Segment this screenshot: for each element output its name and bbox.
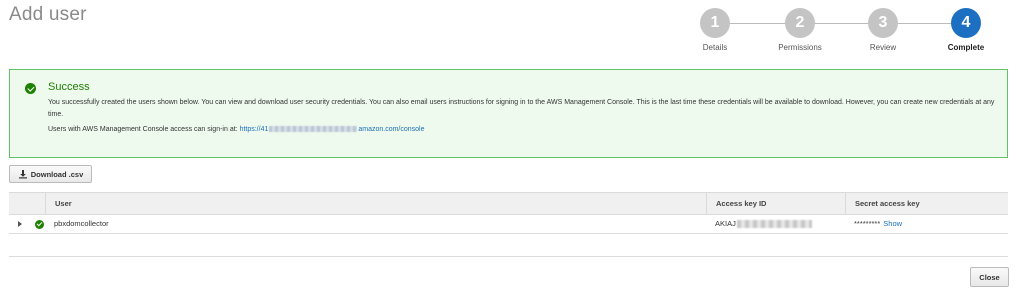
expand-row-caret-icon[interactable] xyxy=(18,221,22,227)
signin-info: Users with AWS Management Console access… xyxy=(48,126,425,133)
step-label: Complete xyxy=(947,43,985,52)
table-row: pbxdomcollector AKIAJ ********* Show xyxy=(9,215,1008,234)
users-table: User Access key ID Secret access key pbx… xyxy=(9,192,1008,234)
redacted-account-id xyxy=(269,126,358,133)
console-signin-link[interactable]: https://41 amazon.com/console xyxy=(240,126,425,133)
alert-body: You successfully created the users shown… xyxy=(48,99,995,118)
step-permissions: 2 Permissions xyxy=(770,8,830,52)
user-name-cell: pbxdomcollector xyxy=(54,219,109,228)
secret-key-mask: ********* xyxy=(854,219,881,228)
step-details: 1 Details xyxy=(685,8,745,52)
signin-text: Users with AWS Management Console access… xyxy=(48,126,238,133)
redacted-access-key xyxy=(736,220,812,229)
column-header-expand xyxy=(9,193,45,215)
step-label: Permissions xyxy=(778,43,822,52)
access-key-cell: AKIAJ xyxy=(715,215,812,233)
column-header-secret-key[interactable]: Secret access key xyxy=(845,193,1008,215)
alert-title: Success xyxy=(48,81,90,93)
close-button[interactable]: Close xyxy=(970,267,1009,287)
success-alert: Success You successfully created the use… xyxy=(9,69,1008,158)
signin-link-prefix: https://41 xyxy=(239,126,269,133)
step-complete: 4 Complete xyxy=(936,8,996,52)
step-number: 1 xyxy=(700,8,730,38)
download-csv-label: Download .csv xyxy=(30,169,84,179)
step-review: 3 Review xyxy=(853,8,913,52)
download-icon xyxy=(18,170,27,179)
column-header-user[interactable]: User xyxy=(45,193,706,215)
column-header-access-key[interactable]: Access key ID xyxy=(706,193,845,215)
show-secret-link[interactable]: Show xyxy=(883,219,902,228)
access-key-prefix: AKIAJ xyxy=(715,219,736,228)
secret-key-cell: ********* Show xyxy=(854,215,902,233)
download-csv-button[interactable]: Download .csv xyxy=(9,165,92,183)
check-circle-icon xyxy=(25,83,36,94)
step-number: 3 xyxy=(868,8,898,38)
step-number: 2 xyxy=(785,8,815,38)
page-title: Add user xyxy=(9,4,87,25)
signin-link-suffix: amazon.com/console xyxy=(358,126,425,133)
footer-divider xyxy=(9,256,1008,257)
step-label: Details xyxy=(702,43,728,52)
step-number: 4 xyxy=(951,8,981,38)
step-label: Review xyxy=(869,43,897,52)
wizard-stepper: 1 Details 2 Permissions 3 Review 4 Compl… xyxy=(690,8,1000,58)
check-circle-icon xyxy=(35,220,44,229)
table-header: User Access key ID Secret access key xyxy=(9,192,1008,215)
